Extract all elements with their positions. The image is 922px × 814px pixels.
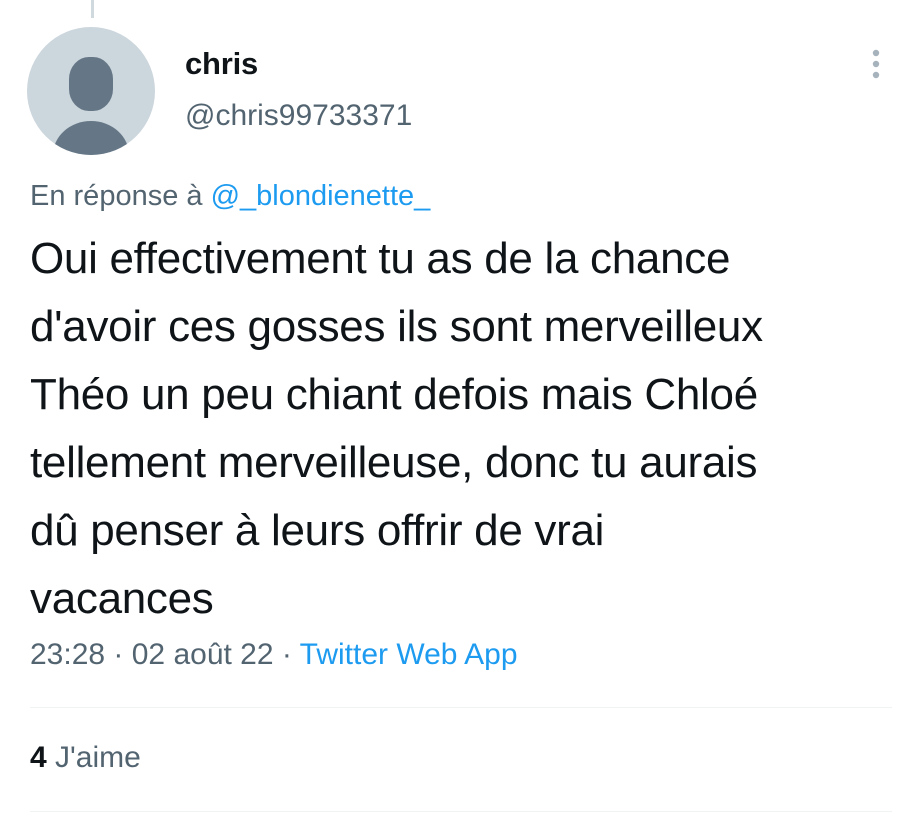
meta-separator: · bbox=[105, 638, 132, 671]
tweet-source-link[interactable]: Twitter Web App bbox=[300, 638, 518, 671]
tweet-time[interactable]: 23:28 bbox=[30, 638, 105, 671]
reply-context: En réponse à @_blondienette_ bbox=[30, 180, 430, 213]
tweet-text: Oui effectivement tu as de la chance d'a… bbox=[30, 234, 763, 623]
vertical-ellipsis-icon bbox=[872, 49, 880, 79]
reply-prefix: En réponse à bbox=[30, 180, 211, 212]
reply-mention-link[interactable]: @_blondienette_ bbox=[211, 180, 431, 212]
divider bbox=[30, 811, 892, 812]
meta-separator: · bbox=[273, 638, 300, 671]
divider bbox=[30, 707, 892, 708]
tweet-date[interactable]: 02 août 22 bbox=[132, 638, 274, 671]
avatar[interactable] bbox=[27, 27, 155, 155]
tweet-meta: 23:28 · 02 août 22 · Twitter Web App bbox=[30, 638, 518, 672]
author-handle[interactable]: @chris99733371 bbox=[185, 99, 412, 133]
thread-connector-line bbox=[91, 0, 94, 18]
likes-label: J'aime bbox=[55, 741, 141, 774]
more-options-button[interactable] bbox=[862, 44, 890, 84]
author-display-name[interactable]: chris bbox=[185, 46, 258, 82]
likes-stat[interactable]: 4 J'aime bbox=[30, 741, 141, 775]
likes-count: 4 bbox=[30, 741, 47, 774]
default-profile-avatar-icon bbox=[53, 57, 129, 155]
